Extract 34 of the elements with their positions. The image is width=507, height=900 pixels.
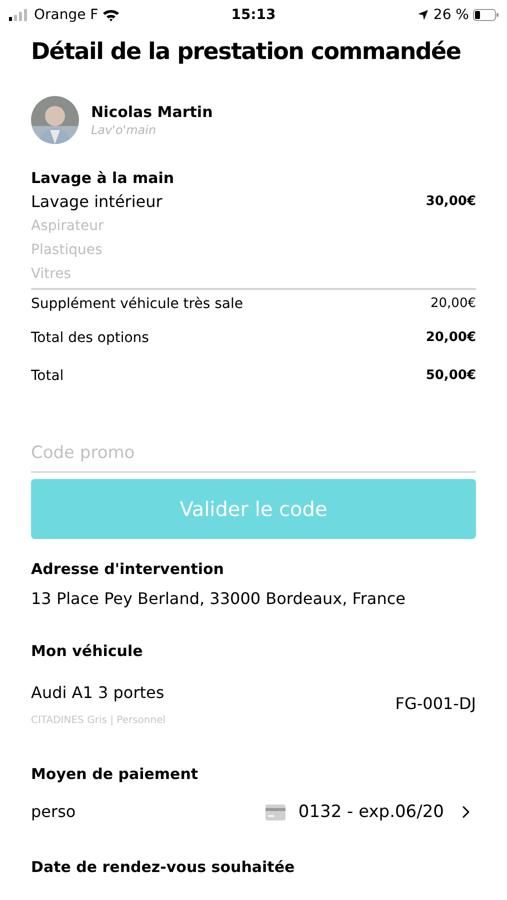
battery-percent: 26 % bbox=[433, 6, 469, 24]
vehicle-plate: FG-001-DJ bbox=[395, 693, 476, 715]
payment-heading: Moyen de paiement bbox=[31, 764, 200, 784]
service-heading: Lavage à la main bbox=[31, 168, 176, 189]
vehicle-model: Audi A1 3 portes bbox=[31, 682, 166, 704]
wifi-icon bbox=[102, 8, 120, 22]
provider-name: Nicolas Martin bbox=[91, 102, 213, 122]
status-time: 15:13 bbox=[231, 6, 276, 24]
address-heading: Adresse d'intervention bbox=[31, 558, 225, 580]
address-value: 13 Place Pey Berland, 33000 Bordeaux, France bbox=[31, 588, 406, 610]
battery-icon bbox=[472, 9, 499, 21]
service-price: 30,00€ bbox=[426, 193, 476, 212]
provider-company: Lav'o'main bbox=[91, 122, 158, 138]
vehicle-details: CITADINES Gris | Personnel bbox=[31, 714, 166, 728]
payment-name: perso bbox=[31, 801, 76, 824]
line-label: Supplément véhicule très sale bbox=[31, 295, 243, 314]
location-arrow-icon bbox=[417, 9, 430, 21]
line-amount: 20,00€ bbox=[430, 295, 476, 314]
signal-icon bbox=[8, 9, 30, 21]
credit-card-icon bbox=[265, 804, 286, 821]
service-name: Lavage intérieur bbox=[31, 191, 162, 213]
service-detail: Plastiques bbox=[31, 241, 104, 260]
appointment-heading: Date de rendez-vous souhaitée bbox=[31, 857, 296, 878]
service-detail: Aspirateur bbox=[31, 217, 105, 236]
vehicle-heading: Mon véhicule bbox=[31, 640, 144, 662]
service-detail: Vitres bbox=[31, 265, 72, 284]
promo-code-field[interactable]: Code promo bbox=[31, 441, 476, 472]
line-label: Total bbox=[31, 367, 64, 386]
line-amount: 20,00€ bbox=[426, 329, 476, 348]
carrier-name: Orange F bbox=[34, 6, 98, 24]
line-amount: 50,00€ bbox=[426, 367, 476, 386]
page-title: Détail de la prestation commandée bbox=[31, 38, 461, 67]
card-info[interactable]: 0132 - exp.06/20 bbox=[298, 800, 444, 825]
line-label: Total des options bbox=[31, 329, 149, 348]
